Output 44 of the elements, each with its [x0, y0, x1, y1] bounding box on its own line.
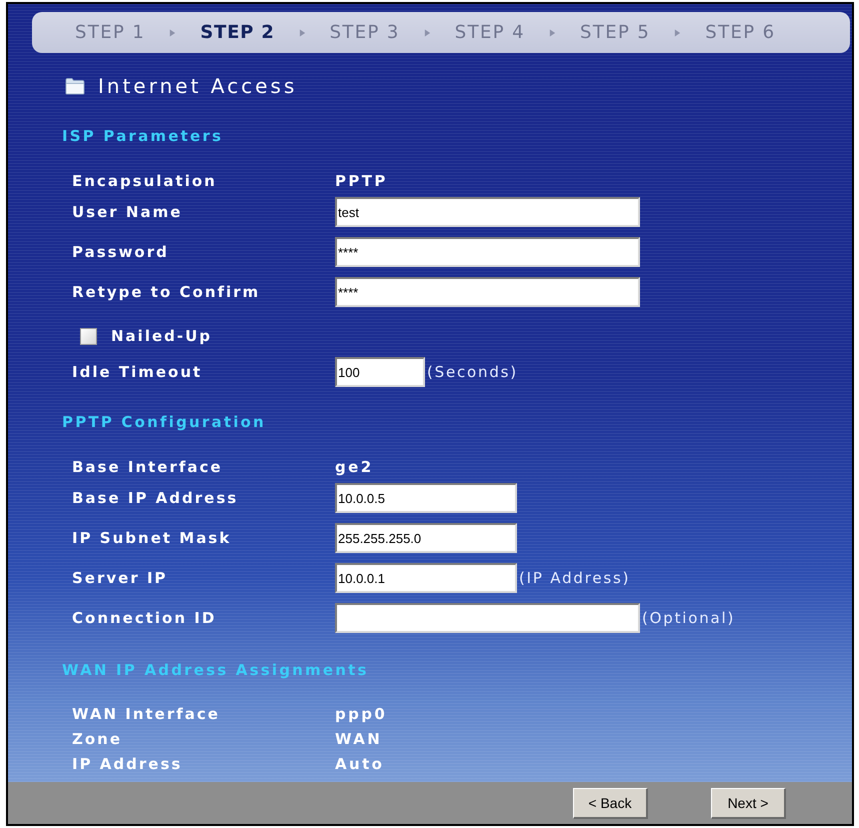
field-label: Base Interface	[72, 458, 224, 476]
field-label: Idle Timeout	[72, 363, 204, 381]
input-field[interactable]: ****	[335, 237, 640, 267]
field-label: IP Subnet Mask	[72, 529, 232, 547]
input-field[interactable]: ****	[335, 277, 640, 307]
section-heading: WAN IP Address Assignments	[62, 660, 369, 680]
field-hint: (Seconds)	[427, 363, 518, 381]
triangle-icon	[424, 28, 431, 36]
input-field[interactable]: 10.0.0.5	[335, 483, 517, 513]
triangle-icon	[674, 28, 682, 36]
field-label: IP Address	[72, 754, 184, 772]
input-field[interactable]	[335, 603, 640, 633]
section-heading: PPTP Configuration	[62, 412, 266, 432]
field-label: Server IP	[72, 569, 169, 587]
input-field[interactable]: 100	[335, 357, 425, 387]
field-label: Password	[72, 243, 170, 261]
field-value: ge2	[335, 458, 374, 476]
field-hint: (IP Address)	[519, 569, 630, 587]
field-hint: (Optional)	[642, 609, 736, 627]
field-value: WAN	[335, 730, 382, 748]
field-label: Base IP Address	[72, 489, 240, 507]
field-value: Auto	[335, 754, 384, 772]
field-label: Zone	[72, 730, 124, 748]
field-label: Nailed-Up	[111, 327, 212, 345]
next-button[interactable]: Next >	[711, 788, 786, 818]
field-label: Retype to Confirm	[72, 283, 262, 301]
input-field[interactable]: 255.255.255.0	[335, 523, 517, 553]
checkbox[interactable]	[80, 328, 97, 344]
field-label: WAN Interface	[72, 704, 221, 722]
step-tab[interactable]: STEP 2	[200, 22, 275, 43]
field-label: User Name	[72, 203, 184, 221]
field-value: PPTP	[335, 172, 388, 190]
field-value: ppp0	[335, 704, 388, 722]
field-label: Encapsulation	[72, 172, 218, 190]
input-field[interactable]: 10.0.0.1	[335, 563, 517, 593]
section-heading: ISP Parameters	[62, 126, 224, 146]
page-title: Internet Access	[98, 74, 298, 98]
back-button[interactable]: < Back	[573, 788, 648, 818]
triangle-icon	[169, 28, 176, 36]
field-label: Connection ID	[72, 609, 218, 627]
triangle-icon	[549, 28, 556, 36]
triangle-icon	[298, 28, 306, 36]
folder-icon	[65, 77, 85, 95]
input-field[interactable]: test	[335, 197, 640, 227]
